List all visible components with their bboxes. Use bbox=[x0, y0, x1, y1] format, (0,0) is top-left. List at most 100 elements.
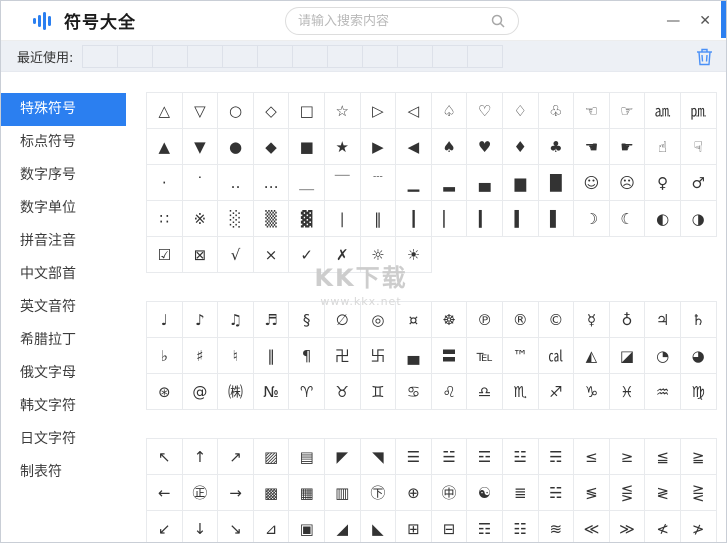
sidebar-item-日文字符[interactable]: 日文字符 bbox=[1, 423, 126, 456]
search-icon[interactable] bbox=[490, 13, 506, 29]
symbol-cell[interactable]: ♍ bbox=[680, 373, 717, 410]
sidebar-item-俄文字母[interactable]: 俄文字母 bbox=[1, 357, 126, 390]
symbol-cell[interactable]: ♪ bbox=[182, 301, 219, 338]
symbol-cell[interactable]: ♯ bbox=[182, 337, 219, 374]
symbol-cell[interactable]: ㈱ bbox=[217, 373, 254, 410]
symbol-cell[interactable]: ※ bbox=[182, 200, 219, 237]
symbol-cell[interactable]: ♬ bbox=[253, 301, 290, 338]
symbol-cell[interactable]: ☚ bbox=[573, 128, 610, 165]
symbol-cell[interactable]: ☟ bbox=[680, 128, 717, 165]
symbol-cell[interactable]: ♒ bbox=[644, 373, 681, 410]
symbol-cell[interactable]: █ bbox=[538, 164, 575, 201]
symbol-cell[interactable]: ♧ bbox=[538, 92, 575, 129]
symbol-cell[interactable]: ♫ bbox=[217, 301, 254, 338]
symbol-cell[interactable]: ☳ bbox=[502, 438, 539, 475]
symbol-cell[interactable]: ● bbox=[217, 128, 254, 165]
symbol-cell[interactable]: ￣ bbox=[324, 164, 361, 201]
symbol-cell[interactable]: ℗ bbox=[466, 301, 503, 338]
symbol-cell[interactable]: ◇ bbox=[253, 92, 290, 129]
symbol-cell[interactable]: ◆ bbox=[253, 128, 290, 165]
symbol-cell[interactable]: ▽ bbox=[182, 92, 219, 129]
symbol-cell[interactable]: … bbox=[253, 164, 290, 201]
symbol-cell[interactable]: △ bbox=[146, 92, 183, 129]
search-box[interactable] bbox=[285, 7, 519, 35]
symbol-cell[interactable]: ≦ bbox=[644, 438, 681, 475]
symbol-cell[interactable]: ▨ bbox=[253, 438, 290, 475]
symbol-cell[interactable]: ↓ bbox=[182, 510, 219, 543]
symbol-cell[interactable]: ▶ bbox=[360, 128, 397, 165]
symbol-cell[interactable]: ＿ bbox=[288, 164, 325, 201]
symbol-cell[interactable]: ♉ bbox=[324, 373, 361, 410]
symbol-cell[interactable]: ▣ bbox=[288, 510, 325, 543]
symbol-cell[interactable]: ☺ bbox=[573, 164, 610, 201]
symbol-cell[interactable]: ㊣ bbox=[182, 474, 219, 511]
symbol-cell[interactable]: ⊟ bbox=[431, 510, 468, 543]
symbol-cell[interactable]: ↘ bbox=[217, 510, 254, 543]
sidebar-item-数字单位[interactable]: 数字单位 bbox=[1, 192, 126, 225]
minimize-button[interactable]: — bbox=[663, 12, 683, 30]
symbol-cell[interactable]: § bbox=[288, 301, 325, 338]
symbol-cell[interactable]: ㎈ bbox=[538, 337, 575, 374]
sidebar-item-英文音符[interactable]: 英文音符 bbox=[1, 291, 126, 324]
symbol-cell[interactable]: ↗ bbox=[217, 438, 254, 475]
symbol-cell[interactable]: ⊛ bbox=[146, 373, 183, 410]
symbol-cell[interactable]: ¶ bbox=[288, 337, 325, 374]
symbol-cell[interactable]: ▍ bbox=[502, 200, 539, 237]
symbol-cell[interactable]: ◕ bbox=[680, 337, 717, 374]
symbol-cell[interactable]: ◪ bbox=[609, 337, 646, 374]
sidebar-item-中文部首[interactable]: 中文部首 bbox=[1, 258, 126, 291]
symbol-cell[interactable]: ☝ bbox=[644, 128, 681, 165]
symbol-cell[interactable]: ∣ bbox=[324, 200, 361, 237]
symbol-cell[interactable]: ↑ bbox=[182, 438, 219, 475]
symbol-cell[interactable]: ♈ bbox=[288, 373, 325, 410]
sidebar-item-制表符[interactable]: 制表符 bbox=[1, 456, 126, 489]
symbol-cell[interactable]: ‖ bbox=[253, 337, 290, 374]
symbol-cell[interactable]: ‥ bbox=[217, 164, 254, 201]
trash-icon[interactable] bbox=[694, 47, 714, 67]
symbol-cell[interactable]: ♥ bbox=[466, 128, 503, 165]
symbol-cell[interactable]: ♌ bbox=[431, 373, 468, 410]
symbol-cell[interactable]: ≫ bbox=[609, 510, 646, 543]
symbol-cell[interactable]: ☸ bbox=[431, 301, 468, 338]
symbol-cell[interactable]: ♄ bbox=[680, 301, 717, 338]
symbol-cell[interactable]: ≷ bbox=[644, 474, 681, 511]
symbol-cell[interactable]: ≮ bbox=[644, 510, 681, 543]
symbol-cell[interactable]: ♃ bbox=[644, 301, 681, 338]
symbol-cell[interactable]: ♢ bbox=[502, 92, 539, 129]
sidebar-item-特殊符号[interactable]: 特殊符号 bbox=[1, 93, 126, 126]
symbol-cell[interactable]: ☵ bbox=[538, 474, 575, 511]
symbol-cell[interactable]: ∷ bbox=[146, 200, 183, 237]
symbol-cell[interactable]: ♩ bbox=[146, 301, 183, 338]
symbol-cell[interactable]: ☯ bbox=[466, 474, 503, 511]
symbol-cell[interactable]: ▄ bbox=[466, 164, 503, 201]
symbol-cell[interactable]: ◭ bbox=[573, 337, 610, 374]
symbol-cell[interactable]: ㊦ bbox=[360, 474, 397, 511]
symbol-cell[interactable]: ☀ bbox=[395, 236, 432, 273]
sidebar-item-标点符号[interactable]: 标点符号 bbox=[1, 126, 126, 159]
symbol-cell[interactable]: ♡ bbox=[466, 92, 503, 129]
symbol-cell[interactable]: ░ bbox=[217, 200, 254, 237]
symbol-cell[interactable]: ♋ bbox=[395, 373, 432, 410]
symbol-cell[interactable]: ▷ bbox=[360, 92, 397, 129]
symbol-cell[interactable]: ˙ bbox=[182, 164, 219, 201]
symbol-cell[interactable]: ◁ bbox=[395, 92, 432, 129]
symbol-cell[interactable]: ▼ bbox=[182, 128, 219, 165]
symbol-cell[interactable]: ☛ bbox=[609, 128, 646, 165]
symbol-cell[interactable]: ♦ bbox=[502, 128, 539, 165]
symbol-cell[interactable]: ☽ bbox=[573, 200, 610, 237]
symbol-cell[interactable]: ☱ bbox=[431, 438, 468, 475]
symbol-cell[interactable]: ☞ bbox=[609, 92, 646, 129]
symbol-cell[interactable]: ≯ bbox=[680, 510, 717, 543]
symbol-cell[interactable]: ☶ bbox=[466, 510, 503, 543]
symbol-cell[interactable]: ┃ bbox=[395, 200, 432, 237]
symbol-cell[interactable]: ‖ bbox=[360, 200, 397, 237]
symbol-cell[interactable]: ∅ bbox=[324, 301, 361, 338]
symbol-cell[interactable]: ℡ bbox=[466, 337, 503, 374]
symbol-cell[interactable]: ◔ bbox=[644, 337, 681, 374]
symbol-cell[interactable]: ♀ bbox=[644, 164, 681, 201]
symbol-cell[interactable]: ⋛ bbox=[680, 474, 717, 511]
symbol-cell[interactable]: © bbox=[538, 301, 575, 338]
symbol-cell[interactable]: ¤ bbox=[395, 301, 432, 338]
symbol-cell[interactable]: ♎ bbox=[466, 373, 503, 410]
symbol-cell[interactable]: ☜ bbox=[573, 92, 610, 129]
